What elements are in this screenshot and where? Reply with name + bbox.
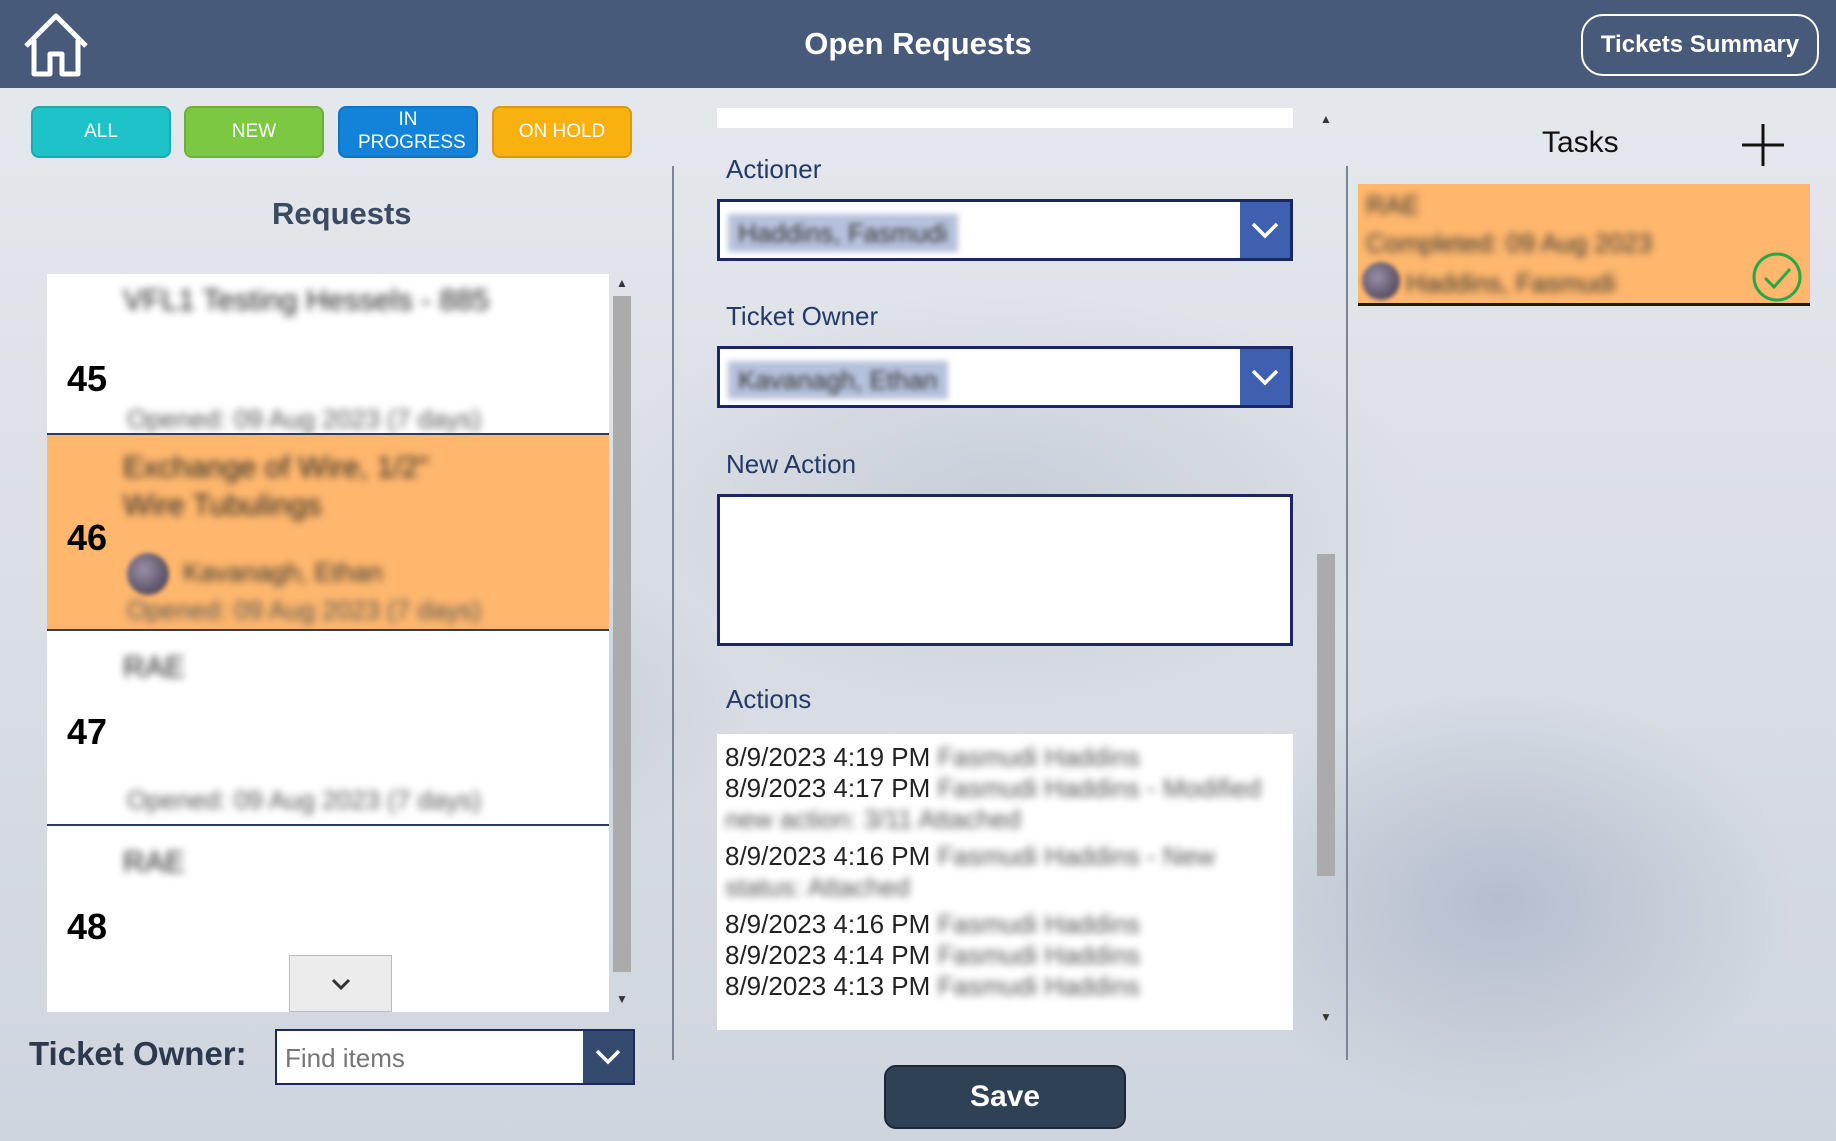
ticket-owner-search-placeholder: Find items — [285, 1043, 405, 1073]
actioner-combobox[interactable]: Haddins, Fasmudi — [717, 199, 1293, 261]
task-status: Completed: 09 Aug 2023 — [1366, 228, 1653, 258]
action-time: 8/9/2023 4:16 PM — [725, 909, 931, 939]
new-action-textarea[interactable] — [717, 494, 1293, 646]
task-name: RAE — [1366, 190, 1420, 220]
request-number: 45 — [67, 358, 108, 399]
tickets-summary-button[interactable]: Tickets Summary — [1581, 14, 1819, 76]
ticket-owner-combobox[interactable]: Find items — [275, 1029, 635, 1085]
request-date: Opened: 09 Aug 2023 (7 days) — [127, 404, 482, 434]
request-date: Opened: 09 Aug 2023 (7 days) — [127, 785, 482, 815]
request-row-selected[interactable]: Exchange of Wire, 1/2" Wire Tubulings 46… — [47, 435, 609, 631]
filter-on-hold-button[interactable]: ON HOLD — [492, 106, 632, 158]
request-title: RAE — [123, 846, 185, 879]
avatar — [127, 553, 169, 595]
action-entry: 8/9/2023 4:13 PM Fasmudi Haddins — [725, 971, 1285, 1002]
ticket-owner-dropdown-button[interactable] — [583, 1031, 633, 1083]
action-text: Fasmudi Haddins — [937, 742, 1140, 772]
detail-field-partial — [717, 108, 1293, 128]
actioner-value: Haddins, Fasmudi — [728, 214, 958, 252]
gallery-next-button[interactable] — [289, 955, 392, 1012]
requests-gallery[interactable]: VFL1 Testing Hessels - 885 45 Opened: 09… — [47, 274, 609, 1012]
task-owner: Haddins, Fasmudi — [1406, 268, 1616, 298]
chevron-down-icon — [331, 978, 350, 990]
detail-scrollbar[interactable]: ▲ ▼ — [1314, 112, 1338, 1030]
filter-in-progress-button[interactable]: IN PROGRESS — [338, 106, 478, 158]
action-text: Fasmudi Haddins — [937, 909, 1140, 939]
save-button[interactable]: Save — [884, 1065, 1126, 1129]
action-entry: 8/9/2023 4:19 PM Fasmudi Haddins — [725, 742, 1285, 773]
scroll-up-icon[interactable]: ▲ — [611, 276, 633, 290]
action-entry: status: Attached — [725, 872, 1285, 903]
request-number: 47 — [67, 711, 108, 752]
ticket-owner-filter-label: Ticket Owner: — [29, 1035, 247, 1072]
page-title: Open Requests — [804, 26, 1032, 61]
ticket-owner-value: Kavanagh, Ethan — [728, 361, 948, 399]
chevron-down-icon — [1251, 369, 1279, 386]
scrollbar-thumb[interactable] — [613, 296, 631, 972]
action-time: 8/9/2023 4:16 PM — [725, 841, 931, 871]
action-text: Fasmudi Haddins — [937, 940, 1140, 970]
scroll-up-icon[interactable]: ▲ — [1314, 112, 1338, 126]
new-action-label: New Action — [726, 449, 857, 479]
request-title: Exchange of Wire, 1/2" Wire Tubulings — [123, 451, 429, 522]
action-entry: 8/9/2023 4:16 PM Fasmudi Haddins — [725, 909, 1285, 940]
ticket-owner-field[interactable]: Kavanagh, Ethan — [717, 346, 1293, 408]
request-row[interactable]: RAE 47 Opened: 09 Aug 2023 (7 days) — [47, 631, 609, 826]
actions-log: 8/9/2023 4:19 PM Fasmudi Haddins 8/9/202… — [717, 734, 1293, 1030]
request-date: Opened: 09 Aug 2023 (7 days) — [127, 595, 482, 625]
scrollbar-thumb[interactable] — [1317, 554, 1335, 876]
request-number: 46 — [67, 517, 108, 558]
scroll-down-icon[interactable]: ▼ — [1314, 1010, 1338, 1024]
gallery-scrollbar[interactable]: ▲ ▼ — [611, 274, 633, 1012]
action-entry: 8/9/2023 4:14 PM Fasmudi Haddins — [725, 940, 1285, 971]
action-time: 8/9/2023 4:19 PM — [725, 742, 931, 772]
task-item[interactable]: RAE Completed: 09 Aug 2023 Haddins, Fasm… — [1358, 184, 1810, 306]
request-row[interactable]: VFL1 Testing Hessels - 885 45 Opened: 09… — [47, 274, 609, 435]
action-time: 8/9/2023 4:17 PM — [725, 773, 931, 803]
action-entry: new action: 3/11 Attached — [725, 804, 1285, 835]
action-entry: 8/9/2023 4:17 PM Fasmudi Haddins - Modif… — [725, 773, 1285, 804]
divider — [1346, 166, 1348, 1060]
actioner-label: Actioner — [726, 154, 822, 184]
home-icon[interactable] — [20, 10, 92, 80]
add-task-icon[interactable] — [1738, 120, 1788, 170]
request-title: RAE — [123, 651, 185, 684]
filter-new-button[interactable]: NEW — [184, 106, 324, 158]
request-owner: Kavanagh, Ethan — [183, 557, 383, 587]
action-extra: status: Attached — [725, 872, 911, 902]
ticket-owner-field-dropdown[interactable] — [1240, 349, 1290, 405]
action-text: Fasmudi Haddins - New — [937, 841, 1215, 871]
action-entry: 8/9/2023 4:16 PM Fasmudi Haddins - New — [725, 841, 1285, 872]
ticket-owner-label: Ticket Owner — [726, 301, 879, 331]
filter-in-progress-label: IN PROGRESS — [358, 109, 466, 153]
request-number: 48 — [67, 906, 108, 947]
action-extra: new action: 3/11 Attached — [725, 804, 1021, 834]
actioner-dropdown-button[interactable] — [1240, 202, 1290, 258]
action-text: Fasmudi Haddins — [937, 971, 1140, 1001]
tasks-heading: Tasks — [1542, 126, 1619, 159]
header-bar: Open Requests Tickets Summary — [0, 0, 1836, 88]
avatar — [1362, 262, 1400, 300]
action-time: 8/9/2023 4:13 PM — [725, 971, 931, 1001]
chevron-down-icon — [1251, 222, 1279, 239]
scroll-down-icon[interactable]: ▼ — [611, 992, 633, 1006]
task-complete-check-icon[interactable] — [1750, 250, 1804, 304]
request-title: VFL1 Testing Hessels - 885 — [123, 284, 490, 317]
requests-heading: Requests — [272, 196, 412, 231]
actions-label: Actions — [726, 684, 812, 714]
chevron-down-icon — [595, 1049, 621, 1065]
action-time: 8/9/2023 4:14 PM — [725, 940, 931, 970]
divider — [672, 166, 674, 1060]
action-text: Fasmudi Haddins - Modified — [937, 773, 1262, 803]
filter-all-button[interactable]: ALL — [31, 106, 171, 158]
